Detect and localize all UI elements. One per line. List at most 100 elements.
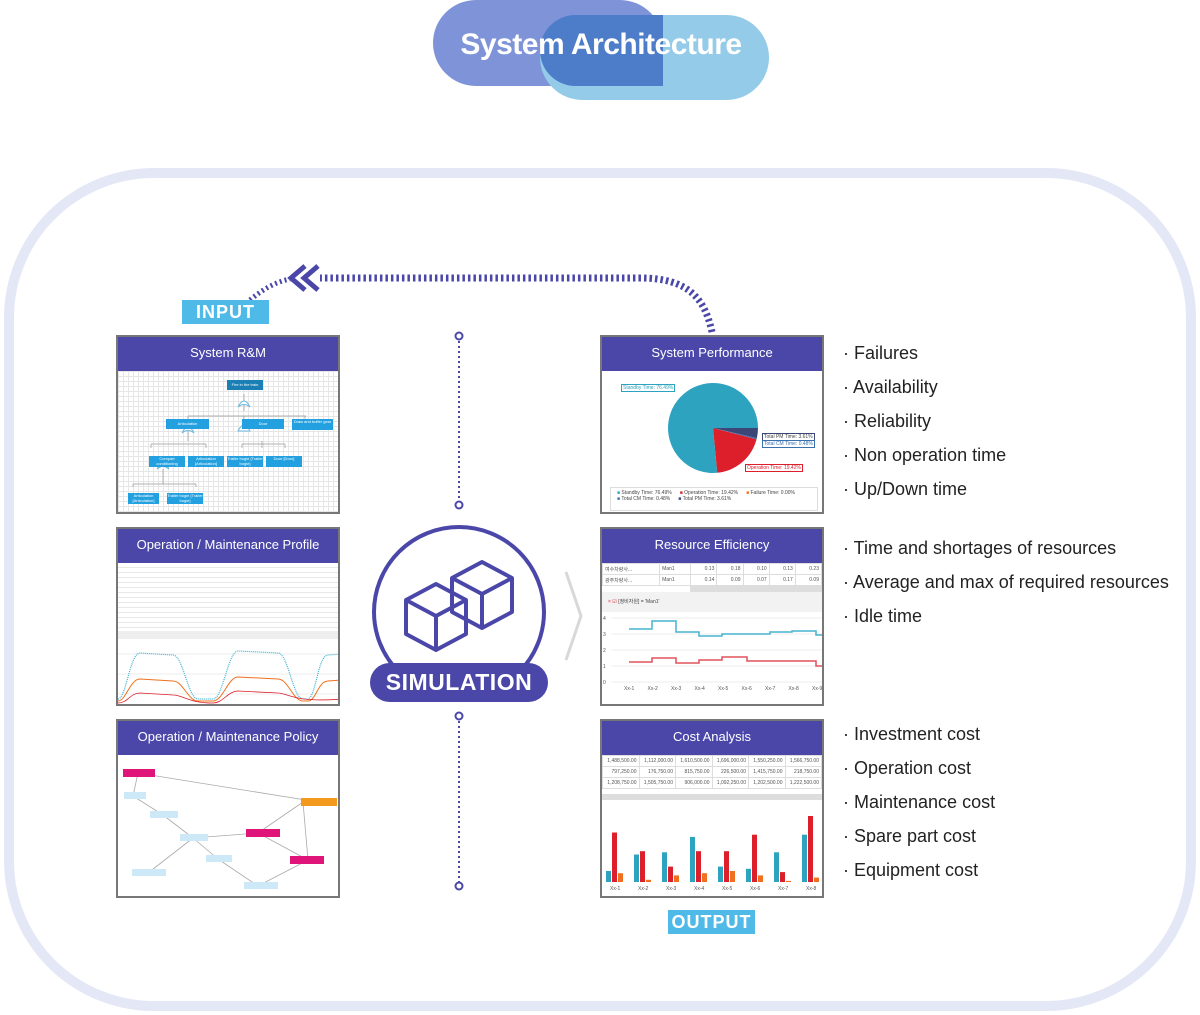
cost-analysis-panel[interactable]: Cost Analysis 1,488,500.00 1,112,000.00 1,… bbox=[600, 719, 824, 898]
pie-chart: Standby Time: 76.49% Total PM Time: 3.61… bbox=[602, 371, 822, 512]
resource-step-chart: 4 3 2 1 0 Xx-1 Xx-2 Xx-3 Xx-4 Xx-5 Xx-6 Xx-7 Xx-8 Xx-… bbox=[603, 616, 823, 692]
panel-title: System Performance bbox=[602, 337, 822, 371]
bar bbox=[612, 832, 617, 882]
table-row: 797,250.00 176,750.00 815,750.00 226,500.00… bbox=[602, 766, 822, 778]
x-tick-label: Xx-7 bbox=[778, 886, 789, 892]
panel-title: Operation / Maintenance Profile bbox=[118, 529, 338, 563]
x-tick-label: Xx-2 bbox=[648, 686, 659, 692]
x-tick-label: Xx-6 bbox=[742, 686, 753, 692]
series-line bbox=[629, 656, 822, 667]
bar bbox=[746, 868, 751, 882]
simulation-label: SIMULATION bbox=[370, 663, 548, 702]
bar bbox=[696, 851, 701, 882]
list-item: Equipment cost bbox=[843, 853, 995, 887]
table-cell: 1,222,500.00 bbox=[784, 777, 822, 789]
tree-node: Compart conditioning bbox=[149, 456, 185, 467]
list-item: Up/Down time bbox=[843, 472, 1006, 506]
tree-node: Articulation bbox=[166, 419, 209, 429]
filter-bar[interactable]: × ☑ [정비자원] = 'Man1' bbox=[602, 592, 822, 612]
bar bbox=[718, 866, 723, 882]
fault-tree: Fire in the train Articulation Door Draw… bbox=[118, 371, 338, 512]
pie-legend: ■ Standby Time: 76.49% ■ Operation Time: … bbox=[610, 487, 818, 511]
tree-node: Trailer bogie [Trailer bogie] bbox=[167, 493, 203, 504]
table-row: 광주차량사... Man1 0.14 0.09 0.07 0.17 0.09 bbox=[602, 574, 822, 586]
system-performance-panel[interactable]: System Performance Standby Time: 76.49% … bbox=[600, 335, 824, 514]
resource-efficiency-panel[interactable]: Resource Efficiency 여수차량사... Man1 0.13 0.18… bbox=[600, 527, 824, 706]
panel-title: System R&M bbox=[118, 337, 338, 371]
bar bbox=[690, 836, 695, 882]
tree-node: Articulation [Articulation] bbox=[128, 493, 159, 504]
tree-node: Trailer bogie [Trailer bogie] bbox=[227, 456, 263, 467]
pie-label: Total CM Time: 0.48% bbox=[762, 440, 815, 448]
list-item: Investment cost bbox=[843, 717, 995, 751]
x-tick-label: Xx-7 bbox=[765, 686, 776, 692]
panel-title: Cost Analysis bbox=[602, 721, 822, 755]
table-cell: 1,415,750.00 bbox=[748, 766, 786, 778]
bar bbox=[752, 834, 757, 882]
resource-table: 여수차량사... Man1 0.13 0.18 0.10 0.13 0.23 광주차량사..… bbox=[602, 563, 822, 586]
bar bbox=[646, 879, 651, 882]
y-tick-label: 2 bbox=[603, 648, 606, 654]
x-tick-label: Xx-5 bbox=[718, 686, 729, 692]
bar bbox=[724, 851, 729, 882]
bar bbox=[786, 880, 791, 882]
cost-content: 1,488,500.00 1,112,000.00 1,610,500.00 1,69… bbox=[602, 755, 822, 896]
list-item: Average and max of required resources bbox=[843, 565, 1169, 599]
table-row: 1,488,500.00 1,112,000.00 1,610,500.00 1,69… bbox=[602, 755, 822, 767]
profile-chart bbox=[118, 650, 338, 704]
x-tick-label: Xx-9 bbox=[812, 686, 823, 692]
bar bbox=[668, 866, 673, 882]
table-cell: 226,500.00 bbox=[711, 766, 749, 778]
y-tick-label: 0 bbox=[603, 680, 606, 686]
table-cell: 1,610,500.00 bbox=[675, 755, 713, 767]
x-tick-label: Xx-8 bbox=[789, 686, 800, 692]
x-tick-label: Xx-6 bbox=[750, 886, 761, 892]
x-tick-label: Xx-4 bbox=[695, 686, 706, 692]
maintenance-policy-panel[interactable]: Operation / Maintenance Policy bbox=[116, 719, 340, 898]
table-cell: 1,202,500.00 bbox=[748, 777, 786, 789]
table-row: 여수차량사... Man1 0.13 0.18 0.10 0.13 0.23 bbox=[602, 563, 822, 575]
x-tick-label: Xx-1 bbox=[610, 886, 621, 892]
bar bbox=[730, 871, 735, 882]
bar bbox=[640, 851, 645, 882]
list-item: Time and shortages of resources bbox=[843, 531, 1169, 565]
table-cell: 797,250.00 bbox=[602, 766, 640, 778]
x-tick-label: Xx-1 bbox=[624, 686, 635, 692]
x-tick-label: Xx-3 bbox=[671, 686, 682, 692]
profile-table bbox=[118, 563, 338, 631]
policy-network bbox=[118, 755, 338, 896]
system-rm-panel[interactable]: System R&M Fire in the train Articulatio… bbox=[116, 335, 340, 514]
bar bbox=[674, 875, 679, 882]
list-item: Spare part cost bbox=[843, 819, 995, 853]
output-label: OUTPUT bbox=[668, 910, 755, 934]
table-cell: 176,750.00 bbox=[638, 766, 676, 778]
bar bbox=[702, 873, 707, 882]
operation-profile-panel[interactable]: Operation / Maintenance Profile bbox=[116, 527, 340, 706]
bar bbox=[758, 875, 763, 882]
y-tick-label: 4 bbox=[603, 616, 606, 622]
bar bbox=[774, 852, 779, 882]
x-tick-label: Xx-2 bbox=[638, 886, 649, 892]
table-row: 1,208,750.00 1,505,750.00 906,000.00 1,092,… bbox=[602, 777, 822, 789]
list-item: Maintenance cost bbox=[843, 785, 995, 819]
panel-title: Resource Efficiency bbox=[602, 529, 822, 563]
y-tick-label: 1 bbox=[603, 664, 606, 670]
table-cell: 218,750.00 bbox=[784, 766, 822, 778]
table-cell: 1,505,750.00 bbox=[638, 777, 676, 789]
table-cell: 1,092,250.00 bbox=[711, 777, 749, 789]
profile-content bbox=[118, 563, 338, 704]
tree-node: Door bbox=[242, 419, 284, 429]
performance-metrics-list: Failures Availability Reliability Non op… bbox=[843, 336, 1006, 506]
list-item: Idle time bbox=[843, 599, 1169, 633]
bar bbox=[662, 852, 667, 882]
cost-table: 1,488,500.00 1,112,000.00 1,610,500.00 1,69… bbox=[602, 755, 822, 789]
bar bbox=[780, 872, 785, 882]
bar bbox=[808, 816, 813, 882]
table-cell: 1,208,750.00 bbox=[602, 777, 640, 789]
profile-toolbar bbox=[118, 631, 338, 639]
tree-node: Draw and buffer gear bbox=[292, 419, 333, 430]
list-item: Reliability bbox=[843, 404, 1006, 438]
resource-metrics-list: Time and shortages of resources Average … bbox=[843, 531, 1169, 633]
bar bbox=[606, 871, 611, 882]
list-item: Failures bbox=[843, 336, 1006, 370]
